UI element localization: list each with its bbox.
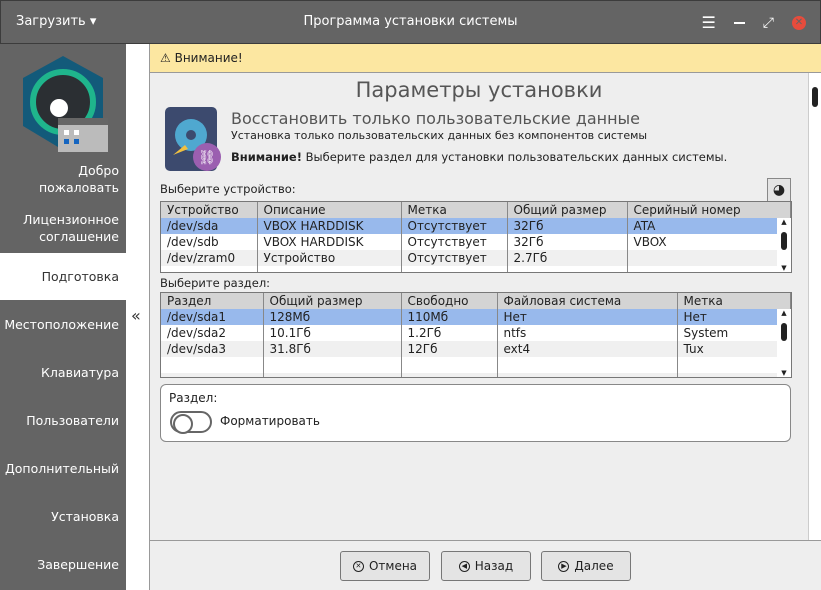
svg-text:⛓: ⛓ (198, 150, 216, 166)
sidebar-collapse-strip: « (126, 44, 150, 590)
cancel-button[interactable]: ✕ Отмена (340, 551, 430, 581)
partition-table: Раздел Общий размер Свободно Файловая си… (160, 292, 792, 378)
warning-icon: ⚠ (160, 51, 171, 65)
sidebar-item-finish[interactable]: Завершение (0, 556, 126, 573)
warning-bar: ⚠ Внимание! (150, 44, 821, 73)
sidebar-item-install[interactable]: Установка (0, 508, 126, 525)
sidebar-item-keyboard[interactable]: Клавиатура (0, 364, 126, 381)
col-header[interactable]: Общий размер (507, 202, 628, 218)
sidebar: Добро пожаловать Лицензионное соглашение… (0, 44, 126, 590)
col-header[interactable]: Описание (257, 202, 402, 218)
sidebar-item-welcome[interactable]: Добро пожаловать (0, 162, 126, 196)
col-header[interactable]: Раздел (161, 293, 264, 309)
table-row[interactable]: /dev/sda2 10.1Гб 1.2Гб ntfs System (161, 325, 791, 341)
table-row[interactable]: /dev/sda3 31.8Гб 12Гб ext4 Tux (161, 341, 791, 357)
arrow-right-icon: ▶ (558, 560, 570, 572)
next-button[interactable]: ▶ Далее (541, 551, 631, 581)
table-row[interactable]: /dev/zram0 Устройство Отсутствует 2.7Гб (161, 250, 791, 266)
cancel-icon: ✕ (352, 560, 364, 572)
col-header[interactable]: Устройство (161, 202, 258, 218)
partition-label: Выберите раздел: (160, 276, 271, 290)
footer: ✕ Отмена ◀ Назад ▶ Далее (150, 540, 821, 590)
app-logo (17, 56, 109, 164)
titlebar: Загрузить ▾ Программа установки системы … (0, 0, 821, 44)
hamburger-menu-icon[interactable]: ☰ (701, 13, 715, 32)
col-header[interactable]: Общий размер (263, 293, 402, 309)
back-button[interactable]: ◀ Назад (441, 551, 531, 581)
device-label: Выберите устройство: (160, 182, 296, 196)
mode-title: Восстановить только пользовательские дан… (231, 109, 641, 128)
format-label: Форматировать (220, 414, 320, 428)
load-menu-button[interactable]: Загрузить ▾ (16, 14, 96, 29)
sidebar-item-preparation[interactable]: Подготовка (0, 253, 126, 300)
col-header[interactable]: Файловая система (497, 293, 678, 309)
table-row[interactable]: /dev/sdb VBOX HARDDISK Отсутствует 32Гб VBOX (161, 234, 791, 250)
main-panel: ⚠ Внимание! Параметры установки ⛓ Восста… (150, 44, 821, 540)
minimize-icon[interactable] (733, 21, 745, 24)
col-header[interactable]: Серийный номер (627, 202, 791, 218)
col-header[interactable]: Метка (401, 202, 508, 218)
table-row[interactable]: /dev/sda1 128Мб 110Мб Нет Нет (161, 309, 791, 325)
format-toggle[interactable] (170, 411, 212, 434)
sidebar-item-license[interactable]: Лицензионное соглашение (0, 211, 126, 245)
collapse-sidebar-button[interactable]: « (131, 306, 141, 325)
partition-box-label: Раздел: (169, 391, 218, 405)
chevron-down-icon: ▾ (89, 14, 97, 29)
mode-note: Внимание! Выберите раздел для установки … (231, 150, 728, 164)
pie-chart-icon: ◕ (772, 182, 786, 198)
sidebar-item-advanced[interactable]: Дополнительный (0, 460, 126, 477)
device-table-scrollbar[interactable]: ▲ ▼ (777, 218, 791, 272)
maximize-icon[interactable]: ⤢ (763, 15, 774, 31)
arrow-left-icon: ◀ (458, 560, 470, 572)
table-row[interactable]: /dev/sda VBOX HARDDISK Отсутствует 32Гб ATA (161, 218, 791, 234)
page-title: Параметры установки (355, 78, 603, 102)
disk-usage-button[interactable]: ◕ (767, 178, 791, 202)
window-title: Программа установки системы (303, 14, 518, 29)
restore-disk-icon: ⛓ (165, 107, 221, 176)
col-header[interactable]: Свободно (401, 293, 498, 309)
device-table: Устройство Описание Метка Общий размер С… (160, 201, 792, 273)
col-header[interactable]: Метка (677, 293, 791, 309)
partition-table-scrollbar[interactable]: ▲ ▼ (777, 309, 791, 377)
sidebar-item-users[interactable]: Пользователи (0, 412, 126, 429)
close-icon[interactable]: ✕ (792, 15, 806, 30)
main-scrollbar[interactable] (808, 73, 821, 540)
sidebar-item-location[interactable]: Местоположение (0, 316, 126, 333)
mode-subtitle: Установка только пользовательских данных… (231, 129, 648, 142)
partition-options-box: Раздел: Форматировать (160, 384, 791, 442)
